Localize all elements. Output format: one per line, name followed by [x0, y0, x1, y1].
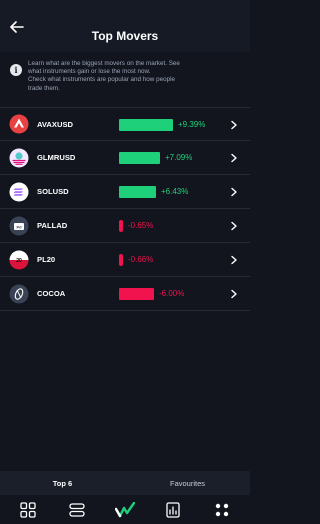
change-bar [119, 119, 173, 131]
change-percent: -6.00% [159, 289, 185, 298]
chevron-right-icon [231, 221, 237, 231]
info-text: Learn what are the biggest movers on the… [28, 60, 180, 93]
mover-name: COCOA [37, 289, 66, 298]
chevron-right-icon [231, 255, 237, 265]
avalanche-icon [9, 114, 29, 134]
mover-row[interactable]: 20 PL20 -0.66% [0, 243, 250, 277]
change-bar [119, 220, 123, 232]
change-bar [119, 186, 156, 198]
chevron-right-icon [231, 153, 237, 163]
list-icon [68, 502, 85, 517]
change-bar [119, 152, 160, 164]
mover-row[interactable]: COCOA -6.00% [0, 277, 250, 311]
bottom-nav [0, 495, 250, 524]
mover-name: AVAXUSD [37, 119, 74, 129]
change-percent: +6.43% [161, 187, 189, 196]
info-icon: i [10, 64, 22, 76]
mover-row[interactable]: SOLUSD +6.43% [0, 175, 250, 209]
movers-list: AVAXUSD +9.39% GLMRUSD +7.09% SOLUSD +6.43% Pd… [0, 107, 250, 311]
more-icon [215, 503, 228, 516]
nav-dashboard[interactable] [16, 498, 40, 522]
info-line: what instruments gain or lose the most n… [28, 68, 151, 76]
header: Top Movers [0, 0, 250, 52]
mover-row[interactable]: GLMRUSD +7.09% [0, 141, 250, 175]
grid-icon [20, 501, 36, 518]
mover-name: SOLUSD [37, 187, 69, 196]
markets-logo-icon [114, 501, 135, 517]
info-line: Check what instruments are popular and h… [28, 76, 176, 84]
nav-portfolio[interactable] [161, 498, 185, 522]
mover-name: PL20 [37, 255, 56, 264]
page-title: Top Movers [91, 29, 159, 43]
arrow-left-icon [10, 21, 24, 33]
change-bar [119, 254, 123, 266]
change-bar [119, 288, 154, 300]
moonbeam-icon [9, 148, 29, 168]
chevron-right-icon [231, 289, 237, 299]
mover-name: PALLAD [37, 221, 68, 230]
change-percent: +9.39% [178, 119, 206, 129]
nav-markets[interactable] [113, 498, 137, 522]
cocoa-icon [9, 284, 29, 304]
tab-bar: Top 6 Favourites [0, 471, 250, 495]
info-box: i Learn what are the biggest movers on t… [10, 60, 242, 93]
nav-more[interactable] [210, 498, 234, 522]
info-line: Learn what are the biggest movers on the… [28, 60, 180, 67]
change-percent: -0.65% [128, 221, 154, 230]
tab-favourites[interactable]: Favourites [125, 471, 250, 495]
change-percent: -0.66% [128, 255, 154, 264]
poland-flag-icon: 20 [9, 250, 29, 270]
chevron-right-icon [231, 187, 237, 197]
mover-row[interactable]: AVAXUSD +9.39% [0, 107, 250, 141]
nav-list[interactable] [65, 498, 89, 522]
palladium-icon: Pd [9, 216, 29, 236]
tab-top-6[interactable]: Top 6 [0, 471, 125, 495]
change-percent: +7.09% [165, 153, 193, 162]
svg-text:20: 20 [16, 258, 22, 264]
portfolio-icon [166, 501, 181, 518]
svg-text:Pd: Pd [16, 224, 22, 229]
app: Top Movers i Learn what are the biggest … [0, 0, 250, 524]
info-line: trade them. [28, 84, 60, 92]
solana-icon [9, 182, 29, 202]
mover-row[interactable]: Pd PALLAD -0.65% [0, 209, 250, 243]
back-button[interactable] [8, 18, 26, 36]
mover-name: GLMRUSD [37, 153, 76, 162]
chevron-right-icon [231, 120, 237, 130]
